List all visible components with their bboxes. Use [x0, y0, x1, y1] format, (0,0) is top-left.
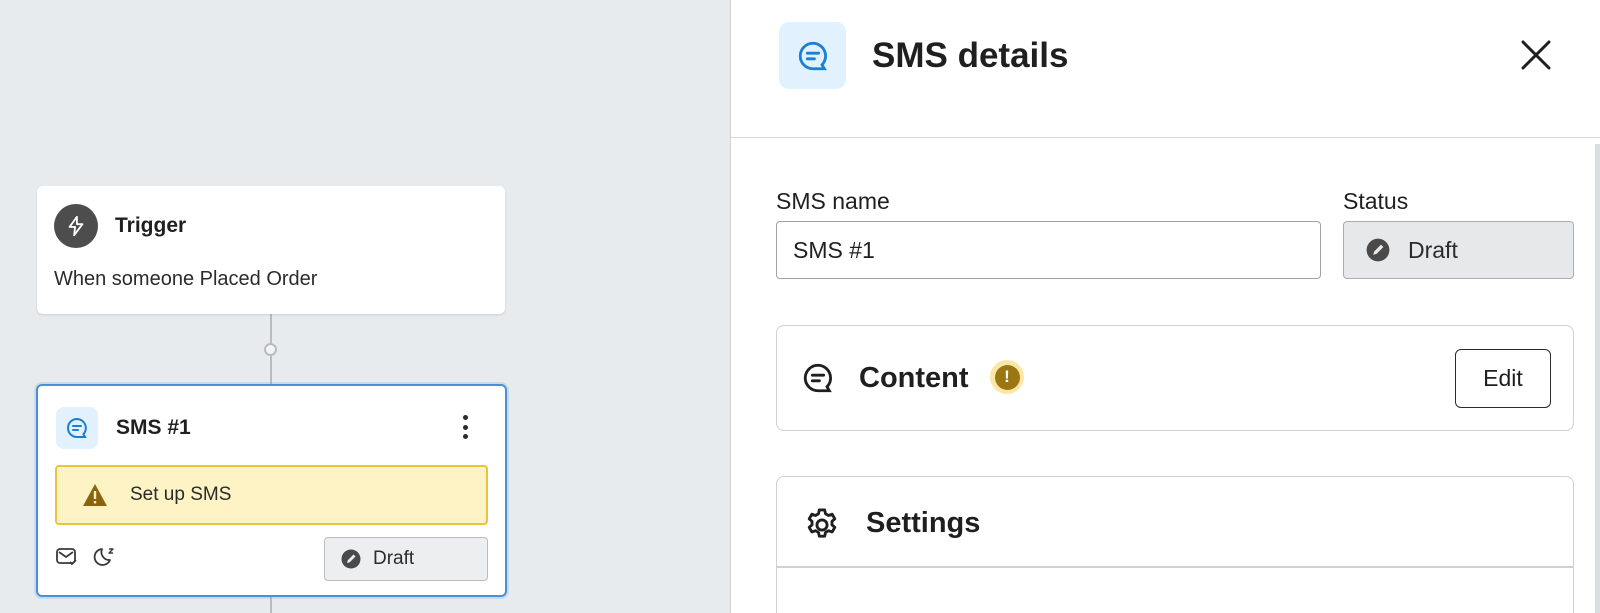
sms-node[interactable]: SMS #1 Set up SMS Draft: [36, 384, 507, 597]
alert-icon: !: [990, 360, 1024, 394]
sms-details-panel: SMS details SMS name Status Draft Conten…: [730, 0, 1600, 613]
gear-icon: [803, 506, 841, 544]
connector-line: [270, 597, 272, 613]
trigger-title: Trigger: [115, 214, 187, 237]
alert-icon-glyph: !: [994, 364, 1020, 390]
status-label: Status: [1343, 188, 1409, 214]
content-title: Content: [859, 362, 969, 394]
sms-name-label: SMS name: [776, 188, 890, 214]
trigger-description: When someone Placed Order: [54, 268, 318, 290]
trigger-node[interactable]: Trigger When someone Placed Order: [37, 186, 505, 314]
message-check-icon: [54, 544, 80, 570]
settings-title: Settings: [866, 507, 981, 539]
setup-sms-label: Set up SMS: [130, 484, 232, 505]
quiet-hours-moon-icon: [92, 544, 118, 570]
sms-node-title: SMS #1: [116, 416, 191, 439]
warning-icon: [82, 483, 108, 507]
settings-section[interactable]: Settings: [776, 476, 1574, 613]
sms-icon: [779, 22, 846, 89]
content-section: Content ! Edit: [776, 325, 1574, 431]
draft-status-icon: [1366, 238, 1390, 262]
message-icon: [801, 361, 835, 395]
status-draft-label: Draft: [373, 548, 415, 569]
status-draft-button[interactable]: Draft: [324, 537, 488, 581]
setup-sms-warning[interactable]: Set up SMS: [55, 465, 488, 525]
sms-name-input[interactable]: [776, 221, 1321, 279]
kebab-menu-icon[interactable]: [454, 412, 476, 442]
panel-header: SMS details: [731, 0, 1600, 138]
lightning-icon: [54, 204, 98, 248]
connector-add-point[interactable]: [264, 343, 277, 356]
status-value: Draft: [1408, 236, 1458, 263]
edit-content-button[interactable]: Edit: [1455, 349, 1551, 408]
panel-scrollbar[interactable]: [1595, 144, 1600, 613]
close-icon[interactable]: [1517, 36, 1555, 74]
panel-title: SMS details: [872, 36, 1069, 75]
status-select[interactable]: Draft: [1343, 221, 1574, 279]
draft-status-icon: [341, 549, 361, 569]
flow-canvas[interactable]: Trigger When someone Placed Order SMS #1…: [0, 0, 730, 613]
divider: [777, 566, 1573, 568]
sms-icon: [56, 407, 98, 449]
